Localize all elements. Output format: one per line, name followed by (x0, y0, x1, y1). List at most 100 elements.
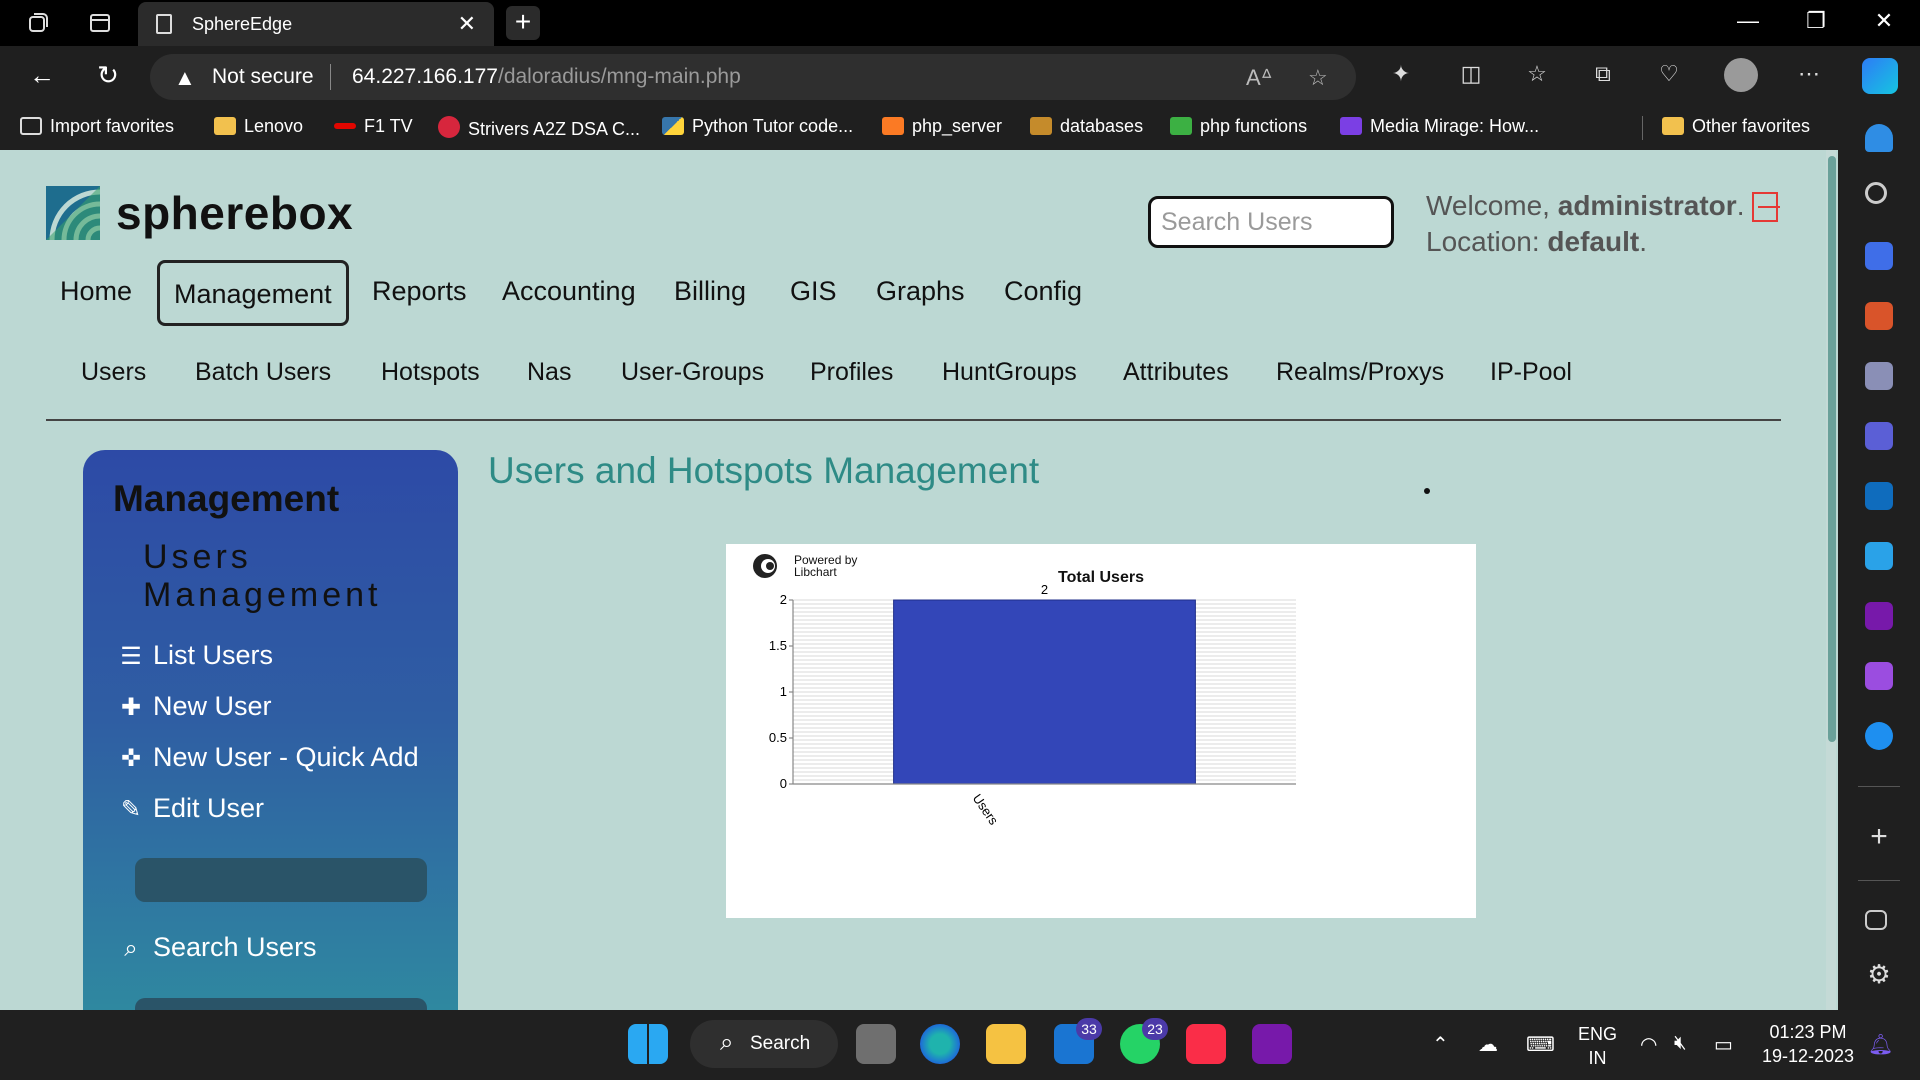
profile-avatar[interactable] (1724, 58, 1758, 92)
search-users-input[interactable] (1148, 196, 1394, 248)
edge-icon[interactable] (920, 1024, 960, 1064)
favorite-databases[interactable]: databases (1030, 116, 1143, 137)
read-aloud-icon[interactable]: Aᐞ (1246, 65, 1273, 91)
subnav-user-groups[interactable]: User-Groups (621, 358, 764, 387)
page-scrollbar[interactable] (1826, 150, 1836, 1010)
favorite-import[interactable]: Import favorites (20, 116, 174, 137)
subnav-batch-users[interactable]: Batch Users (195, 358, 331, 387)
sidebar-item-list-users[interactable]: ☰ List Users (119, 640, 273, 671)
onenote-icon[interactable] (1252, 1024, 1292, 1064)
subnav-realms-proxys[interactable]: Realms/Proxys (1276, 358, 1444, 387)
url-text[interactable]: 64.227.166.177/daloradius/mng-main.php (352, 65, 741, 89)
skype-icon[interactable] (1865, 722, 1893, 750)
notification-bell-icon[interactable]: 🔔︎ (1868, 1032, 1893, 1057)
nav-reports[interactable]: Reports (358, 260, 481, 326)
workspaces-icon[interactable] (26, 11, 50, 35)
back-icon[interactable]: ← (24, 60, 60, 91)
file-explorer-icon[interactable] (986, 1024, 1026, 1064)
media-mirage-icon (1340, 117, 1362, 135)
favorite-php-server[interactable]: php_server (882, 116, 1002, 137)
shopping-icon[interactable] (1865, 242, 1893, 270)
sidebar-item-search-users[interactable]: ⌕ Search Users (119, 932, 317, 963)
send-icon[interactable] (1865, 542, 1893, 570)
games-icon[interactable] (1865, 362, 1893, 390)
designer-icon[interactable] (1865, 662, 1893, 690)
music-icon[interactable] (1186, 1024, 1226, 1064)
other-favorites[interactable]: Other favorites (1662, 116, 1810, 137)
language-indicator[interactable]: ENG IN (1578, 1022, 1617, 1070)
restore-icon[interactable]: ❐ (1796, 8, 1836, 34)
nav-home[interactable]: Home (46, 260, 146, 326)
keyboard-icon[interactable]: ⌨ (1526, 1032, 1555, 1057)
subnav-huntgroups[interactable]: HuntGroups (942, 358, 1077, 387)
close-window-icon[interactable]: ✕ (1864, 8, 1904, 34)
sidebar-item-edit-user[interactable]: ✎ Edit User (119, 793, 264, 824)
management-sidebar: Management Users Management ☰ List Users … (83, 450, 458, 1010)
onenote-icon[interactable] (1865, 602, 1893, 630)
hide-sidebar-icon[interactable] (1865, 910, 1887, 930)
browser-essentials-icon[interactable]: ♡ (1652, 61, 1686, 87)
nav-config[interactable]: Config (990, 260, 1096, 326)
favorite-python-tutor[interactable]: Python Tutor code... (662, 116, 853, 137)
collections-icon[interactable]: ⧉ (1586, 61, 1620, 87)
nav-graphs[interactable]: Graphs (862, 260, 979, 326)
task-view-icon[interactable] (856, 1024, 896, 1064)
microsoft-365-icon[interactable] (1865, 422, 1893, 450)
minimize-icon[interactable]: — (1728, 8, 1768, 34)
nav-accounting[interactable]: Accounting (488, 260, 650, 326)
tools-icon[interactable] (1865, 302, 1893, 330)
new-tab-button[interactable]: + (506, 6, 540, 40)
logout-icon[interactable] (1752, 192, 1780, 222)
search-icon[interactable] (1865, 182, 1887, 204)
favorite-php-functions[interactable]: php functions (1170, 116, 1307, 137)
nav-billing[interactable]: Billing (660, 260, 760, 326)
settings-icon[interactable]: ⚙ (1865, 960, 1893, 988)
address-bar[interactable]: ▲ Not secure 64.227.166.177/daloradius/m… (150, 54, 1356, 100)
onedrive-icon[interactable]: ☁ (1478, 1032, 1498, 1057)
sidebar-item-new-user[interactable]: ✚ New User (119, 691, 272, 722)
subnav-nas[interactable]: Nas (527, 358, 571, 387)
sidebar-item-label: Search Users (153, 932, 317, 962)
nav-gis[interactable]: GIS (776, 260, 851, 326)
battery-icon[interactable]: ▭ (1714, 1032, 1733, 1057)
taskbar-search[interactable]: ⌕ Search (690, 1020, 838, 1068)
w3-icon (1170, 117, 1192, 135)
subnav-hotspots[interactable]: Hotspots (381, 358, 480, 387)
vertical-tabs-icon[interactable] (88, 11, 112, 35)
scrollbar-thumb[interactable] (1828, 156, 1836, 742)
wifi-icon[interactable]: ◠ (1640, 1032, 1657, 1057)
windows-start-icon[interactable] (628, 1024, 668, 1064)
subnav-ip-pool[interactable]: IP-Pool (1490, 358, 1572, 387)
favorite-f1tv[interactable]: F1 TV (334, 116, 413, 137)
sidebar-item-new-user-quick-add[interactable]: ✜ New User - Quick Add (119, 742, 419, 773)
nav-management[interactable]: Management (157, 260, 349, 326)
mail-icon[interactable]: 33 (1054, 1018, 1102, 1064)
clock[interactable]: 01:23 PM 19-12-2023 (1760, 1020, 1856, 1068)
outlook-icon[interactable] (1865, 482, 1893, 510)
subnav-attributes[interactable]: Attributes (1123, 358, 1229, 387)
add-icon[interactable]: + (1865, 822, 1893, 852)
notifications-icon[interactable] (1865, 124, 1893, 152)
favorite-star-icon[interactable]: ☆ (1308, 65, 1328, 91)
warning-icon[interactable]: ▲ (174, 65, 196, 91)
refresh-icon[interactable]: ↻ (90, 60, 126, 91)
copilot-icon[interactable] (1862, 58, 1898, 94)
edit-user-input[interactable] (135, 858, 427, 902)
favorite-lenovo[interactable]: Lenovo (214, 116, 303, 137)
subnav-profiles[interactable]: Profiles (810, 358, 893, 387)
search-users-sidebar-input[interactable] (135, 998, 427, 1010)
more-menu-icon[interactable]: ⋯ (1792, 61, 1826, 87)
chevron-up-icon[interactable]: ⌃ (1432, 1032, 1449, 1057)
clock-date: 19-12-2023 (1761, 1046, 1855, 1066)
favorites-icon[interactable]: ☆ (1520, 61, 1554, 87)
active-tab[interactable]: SphereEdge ✕ (138, 2, 494, 46)
favorite-strivers[interactable]: Strivers A2Z DSA C... (438, 116, 640, 140)
extensions-icon[interactable]: ✦ (1384, 61, 1418, 87)
whatsapp-icon[interactable]: 23 (1120, 1018, 1168, 1064)
split-screen-icon[interactable]: ◫ (1454, 61, 1488, 87)
subnav-users[interactable]: Users (81, 358, 146, 387)
security-label[interactable]: Not secure (212, 65, 314, 89)
close-tab-icon[interactable]: ✕ (458, 11, 476, 37)
favorite-media-mirage[interactable]: Media Mirage: How... (1340, 116, 1539, 137)
volume-muted-icon[interactable]: 🔇︎ (1674, 1032, 1687, 1055)
